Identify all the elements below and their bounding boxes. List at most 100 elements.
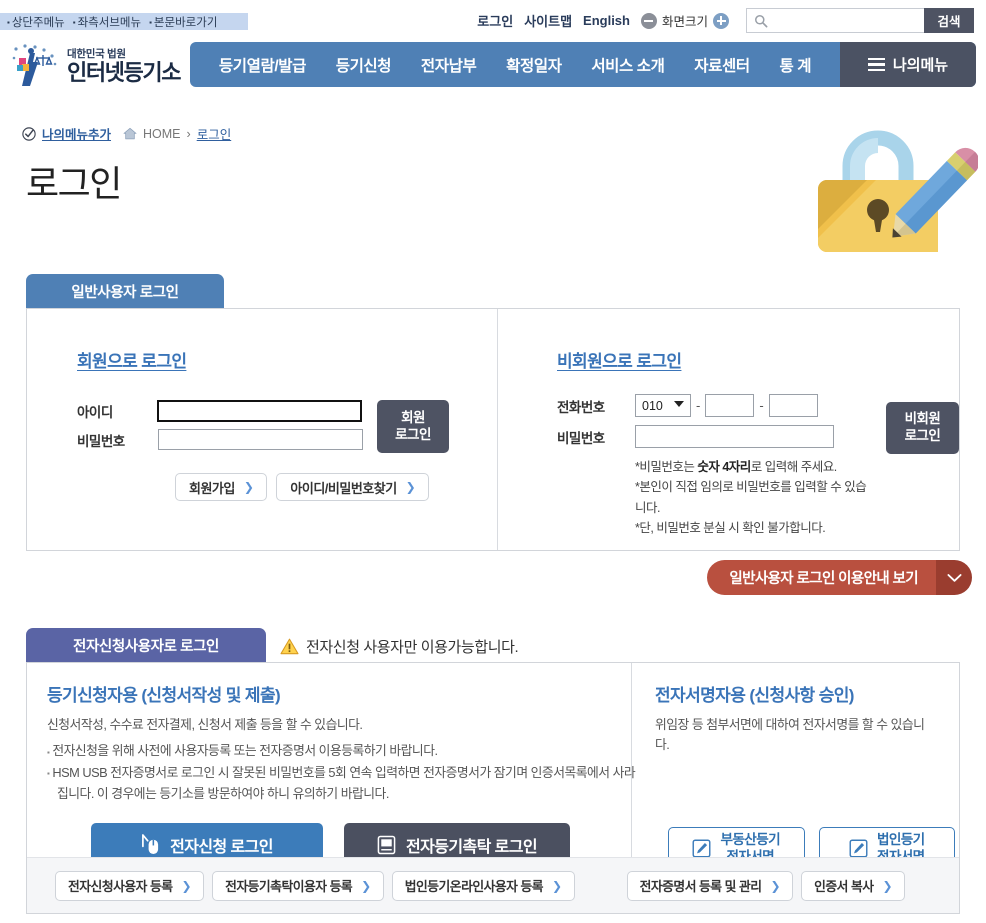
- copy-certificate-label: 인증서 복사: [814, 879, 874, 894]
- chevron-right-icon: ❯: [361, 878, 371, 893]
- eregistry-commission-login-label: 전자등기촉탁 로그인: [406, 838, 538, 856]
- note-2-text: 본인이 직접 임의로 비밀번호를 입력할 수 있습니다.: [635, 480, 867, 515]
- phone-prefix-select[interactable]: 010: [635, 394, 691, 417]
- utility-sitemap-link[interactable]: 사이트맵: [524, 11, 572, 30]
- skip-link-left-submenu[interactable]: 좌측서브메뉴: [73, 14, 141, 30]
- nonmember-note-1: *비밀번호는 숫자 4자리로 입력해 주세요.: [635, 457, 870, 477]
- member-login-button-line2: 로그인: [395, 426, 431, 442]
- nonmember-login-button-line1: 비회원: [904, 411, 941, 427]
- edoc-footer-row: 전자신청사용자 등록 ❯ 전자등기촉탁이용자 등록 ❯ 법인등기온라인사용자 등…: [27, 857, 959, 913]
- find-id-password-button[interactable]: 아이디/비밀번호찾기 ❯: [276, 473, 430, 501]
- utility-english-link[interactable]: English: [583, 13, 630, 28]
- nav-item-service-intro[interactable]: 서비스 소개: [591, 54, 665, 76]
- nav-item-registry-apply[interactable]: 등기신청: [336, 54, 392, 76]
- search-icon: [755, 14, 768, 27]
- scales-of-justice-logo-icon: [12, 44, 57, 86]
- manage-ecertificate-label: 전자증명서 등록 및 관리: [639, 879, 762, 894]
- skip-link-top-menu[interactable]: 상단주메뉴: [7, 14, 65, 30]
- chevron-right-icon: ❯: [181, 878, 192, 893]
- my-menu-button[interactable]: 나의메뉴: [840, 42, 976, 87]
- add-my-menu-link[interactable]: 나의메뉴추가: [42, 124, 111, 143]
- nonmember-password-input[interactable]: [635, 425, 834, 448]
- manage-ecertificate-button[interactable]: 전자증명서 등록 및 관리 ❯: [626, 870, 794, 901]
- breadcrumb-current: 로그인: [196, 128, 232, 142]
- site-logo[interactable]: 대한민국 법원 인터넷등기소: [8, 40, 188, 90]
- realestate-esign-line1: 부동산등기: [720, 831, 781, 847]
- register-corporate-online-user-button[interactable]: 법인등기온라인사용자 등록 ❯: [391, 870, 575, 901]
- warning-triangle-icon: [280, 638, 299, 655]
- skip-links-bar: 상단주메뉴 좌측서브메뉴 본문바로가기: [0, 13, 248, 30]
- search-area: 검색: [746, 8, 974, 33]
- search-input[interactable]: [768, 10, 908, 31]
- edoc-footer-right-group: 전자증명서 등록 및 관리 ❯ 인증서 복사 ❯: [626, 870, 906, 901]
- member-login-heading: 회원으로 로그인: [77, 352, 187, 371]
- edoc-warning-text: 전자신청 사용자만 이용가능합니다.: [306, 639, 519, 656]
- nav-items: 등기열람/발급 등기신청 전자납부 확정일자 서비스 소개 자료센터 통 계: [190, 42, 840, 87]
- guide-label: 일반사용자 로그인 이용안내 보기: [707, 560, 936, 595]
- register-ecommission-user-label: 전자등기촉탁이용자 등록: [225, 879, 353, 894]
- copy-certificate-button[interactable]: 인증서 복사 ❯: [801, 870, 906, 901]
- home-icon: [123, 127, 137, 140]
- nonmember-login-button[interactable]: 비회원 로그인: [885, 402, 959, 454]
- password-label: 비밀번호: [77, 433, 125, 449]
- zoom-in-icon[interactable]: [713, 12, 729, 29]
- general-login-guide-toggle[interactable]: 일반사용자 로그인 이용안내 보기: [707, 560, 972, 595]
- edoc-applicant-section: 등기신청자용 (신청서작성 및 제출) 신청서작성, 수수료 전자결제, 신청서…: [47, 681, 637, 867]
- password-input[interactable]: [158, 429, 363, 450]
- nav-item-epayment[interactable]: 전자납부: [421, 54, 477, 76]
- padlock-with-pencil-illustration: [798, 118, 980, 258]
- id-field-row: 아이디: [77, 400, 363, 422]
- zoom-out-icon[interactable]: [640, 12, 657, 29]
- edoc-applicant-bullets: 전자신청을 위해 사전에 사용자등록 또는 전자증명서 이용등록하기 바랍니다.…: [47, 740, 637, 803]
- nav-item-statistics[interactable]: 통 계: [779, 54, 811, 76]
- member-aux-buttons: 회원가입 ❯ 아이디/비밀번호찾기 ❯: [175, 473, 449, 501]
- nonmember-notes: *비밀번호는 숫자 4자리로 입력해 주세요. *본인이 직접 임의로 비밀번호…: [635, 457, 870, 538]
- global-navigation: 등기열람/발급 등기신청 전자납부 확정일자 서비스 소개 자료센터 통 계 나…: [190, 42, 976, 87]
- id-input[interactable]: [157, 400, 362, 422]
- chevron-right-icon: ❯: [243, 480, 254, 494]
- nav-item-registry-view[interactable]: 등기열람/발급: [219, 54, 306, 76]
- member-login-button[interactable]: 회원 로그인: [377, 400, 449, 453]
- screen-size-control: 화면크기: [640, 11, 729, 30]
- register-ecommission-user-button[interactable]: 전자등기촉탁이용자 등록 ❯: [212, 870, 384, 901]
- nav-item-fixed-date[interactable]: 확정일자: [506, 54, 562, 76]
- phone-dash-1: -: [696, 398, 701, 413]
- chevron-right-icon: ❯: [552, 878, 562, 893]
- nonmember-login-button-line2: 로그인: [904, 428, 941, 443]
- utility-login-link[interactable]: 로그인: [477, 11, 513, 30]
- skip-link-content[interactable]: 본문바로가기: [149, 14, 217, 30]
- edoc-signer-section: 전자서명자용 (신청사항 승인) 위임장 등 첨부서면에 대하여 전자서명를 할…: [655, 681, 955, 871]
- nonmember-note-3: *단, 비밀번호 분실 시 확인 불가합니다.: [635, 520, 826, 535]
- general-login-panel: 회원으로 로그인 아이디 비밀번호 회원 로그인 회원가입 ❯ 아이디/비밀번호…: [26, 308, 960, 551]
- corporate-esign-line1: 법인등기: [876, 831, 925, 847]
- breadcrumb-home[interactable]: HOME: [143, 127, 181, 141]
- phone-mid-input[interactable]: [705, 394, 755, 417]
- note-1-suffix: 로 입력해 주세요.: [750, 460, 837, 474]
- phone-last-input[interactable]: [768, 394, 818, 417]
- logo-big-text: 인터넷등기소: [67, 59, 181, 85]
- login-page: 상단주메뉴 좌측서브메뉴 본문바로가기 로그인 사이트맵 English 화면크…: [0, 0, 986, 923]
- password-field-row: 비밀번호: [77, 429, 363, 450]
- my-menu-label: 나의메뉴: [892, 57, 949, 74]
- mouse-pointer-icon: [142, 834, 159, 855]
- check-circle-icon[interactable]: [22, 126, 36, 141]
- signup-label: 회원가입: [189, 480, 235, 496]
- signup-button[interactable]: 회원가입 ❯: [175, 473, 268, 501]
- search-box[interactable]: [746, 8, 924, 33]
- nav-item-data-center[interactable]: 자료센터: [694, 54, 750, 76]
- search-button[interactable]: 검색: [924, 8, 974, 33]
- edoc-bullet-1: 전자신청을 위해 사전에 사용자등록 또는 전자증명서 이용등록하기 바랍니다.: [47, 740, 637, 761]
- member-login-button-line1: 회원: [401, 409, 425, 425]
- register-corporate-online-user-label: 법인등기온라인사용자 등록: [404, 879, 544, 894]
- pencil-square-icon: [849, 839, 868, 858]
- tab-general-user-login[interactable]: 일반사용자 로그인: [26, 274, 224, 308]
- phone-prefix-select-wrap: 010: [635, 394, 691, 417]
- edoc-applicant-heading: 등기신청자용 (신청서작성 및 제출): [47, 686, 281, 705]
- nonmember-note-2: *본인이 직접 임의로 비밀번호를 입력할 수 있습니다.: [635, 480, 867, 515]
- tab-edoc-user-login[interactable]: 전자신청사용자로 로그인: [26, 628, 266, 662]
- id-card-icon: [377, 835, 396, 855]
- chevron-down-icon[interactable]: [936, 560, 972, 595]
- register-eapplication-user-button[interactable]: 전자신청사용자 등록 ❯: [55, 870, 205, 901]
- edoc-login-panel: 등기신청자용 (신청서작성 및 제출) 신청서작성, 수수료 전자결제, 신청서…: [26, 662, 960, 914]
- breadcrumb: 나의메뉴추가 HOME › 로그인: [22, 124, 231, 143]
